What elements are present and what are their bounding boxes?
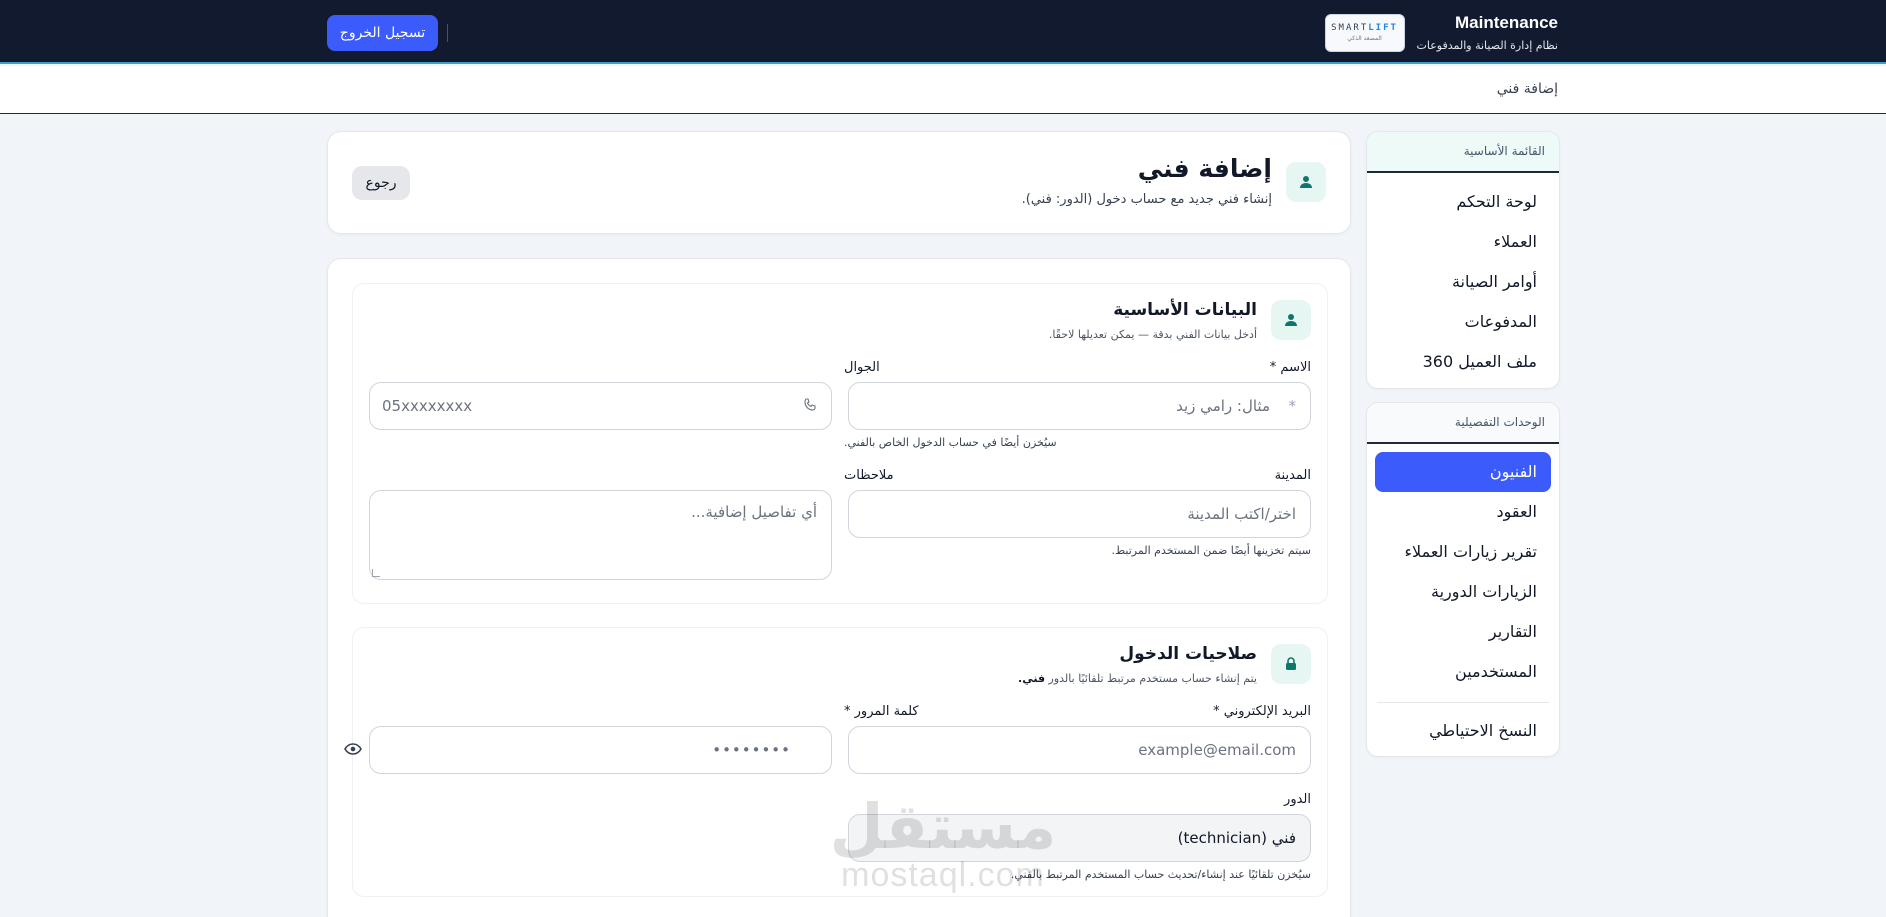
sidebar-item-technicians[interactable]: الفنيون <box>1375 452 1551 492</box>
subtitle-role: فني. <box>1018 672 1046 685</box>
page-header-card: إضافة فني إنشاء فني جديد مع حساب دخول (ا… <box>327 131 1351 234</box>
user-icon <box>1286 162 1326 202</box>
breadcrumb-bar: إضافة فني <box>0 66 1886 114</box>
section-subtitle: أدخل بيانات الفني بدقة — يمكن تعديلها لا… <box>1048 328 1257 341</box>
page-subtitle: إنشاء فني جديد مع حساب دخول (الدور: فني)… <box>1021 192 1272 207</box>
back-button[interactable]: رجوع <box>352 166 410 200</box>
sidebar-detail-title: الوحدات التفصيلية <box>1367 403 1559 444</box>
role-value: فني (technician) <box>1177 829 1296 847</box>
notes-label: ملاحظات <box>844 468 894 483</box>
email-input[interactable]: example@email.com <box>848 726 1311 774</box>
city-input[interactable]: اختر/اكتب المدينة <box>848 490 1311 538</box>
lock-icon <box>1271 644 1311 684</box>
sidebar-item-backup[interactable]: النسخ الاحتياطي <box>1367 711 1559 751</box>
password-input[interactable]: •••••••• <box>344 726 832 774</box>
section-subtitle: يتم إنشاء حساب مستخدم مرتبط تلقائيًا بال… <box>1018 672 1257 685</box>
sidebar-item-maintenance-orders[interactable]: أوامر الصيانة <box>1367 262 1559 302</box>
sidebar-item-payments[interactable]: المدفوعات <box>1367 302 1559 342</box>
logo-wordmark: SMARTLIFT <box>1331 23 1398 33</box>
brand-subtitle: نظام إدارة الصيانة والمدفوعات <box>1416 39 1558 52</box>
resize-handle-icon[interactable] <box>372 569 380 577</box>
notes-placeholder: أي تفاصيل إضافية... <box>691 503 817 521</box>
page-title: إضافة فني <box>1137 154 1272 183</box>
sidebar-item-contracts[interactable]: العقود <box>1367 492 1559 532</box>
phone-label: الجوال <box>844 360 880 375</box>
logo-subtext: المصعد الذكي <box>1347 35 1382 42</box>
city-placeholder: اختر/اكتب المدينة <box>1187 505 1296 523</box>
email-placeholder: example@email.com <box>1138 741 1296 759</box>
role-label: الدور <box>1284 792 1311 807</box>
subtitle-text: يتم إنشاء حساب مستخدم مرتبط تلقائيًا بال… <box>1048 672 1257 685</box>
sidebar-item-dashboard[interactable]: لوحة التحكم <box>1367 182 1559 222</box>
technician-form: البيانات الأساسية أدخل بيانات الفني بدقة… <box>327 258 1351 917</box>
password-label: كلمة المرور * <box>844 704 919 719</box>
sidebar-divider <box>1377 702 1549 703</box>
role-hint: سيُخزن تلقائيًا عند إنشاء/تحديث حساب الم… <box>1010 868 1311 881</box>
sidebar-item-client-visits-report[interactable]: تقرير زيارات العملاء <box>1367 532 1559 572</box>
top-navbar: Maintenance نظام إدارة الصيانة والمدفوعا… <box>0 0 1886 64</box>
notes-textarea[interactable]: أي تفاصيل إضافية... <box>369 490 832 580</box>
logout-button[interactable]: تسجيل الخروج <box>327 15 438 51</box>
brand[interactable]: Maintenance نظام إدارة الصيانة والمدفوعا… <box>1324 13 1558 52</box>
brand-logo: SMARTLIFT المصعد الذكي <box>1324 13 1405 52</box>
password-placeholder: •••••••• <box>712 741 791 759</box>
sidebar-detail-menu: الوحدات التفصيلية الفنيون العقود تقرير ز… <box>1366 402 1560 757</box>
access-section: صلاحيات الدخول يتم إنشاء حساب مستخدم مرت… <box>344 627 1328 897</box>
email-label: البريد الإلكتروني * <box>1213 704 1311 719</box>
sidebar-item-users[interactable]: المستخدمين <box>1367 652 1559 692</box>
name-input[interactable]: * مثال: رامي زيد <box>848 382 1311 430</box>
brand-title: Maintenance <box>1455 13 1558 32</box>
brand-text: Maintenance نظام إدارة الصيانة والمدفوعا… <box>1417 13 1558 52</box>
sidebar-item-periodic-visits[interactable]: الزيارات الدورية <box>1367 572 1559 612</box>
sidebar-item-client-360[interactable]: ملف العميل 360 <box>1367 342 1559 382</box>
phone-hint: سيُخزن أيضًا في حساب الدخول الخاص بالفني… <box>844 436 1057 449</box>
sidebar-main-menu: القائمة الأساسية لوحة التحكم العملاء أوا… <box>1366 131 1560 389</box>
sidebar-main-title: القائمة الأساسية <box>1367 132 1559 173</box>
phone-input[interactable]: 05xxxxxxxx <box>369 382 832 430</box>
breadcrumb: إضافة فني <box>1496 81 1558 97</box>
sidebar-item-clients[interactable]: العملاء <box>1367 222 1559 262</box>
role-input[interactable]: فني (technician) <box>848 814 1311 862</box>
user-icon <box>1271 300 1311 340</box>
eye-icon[interactable] <box>344 742 362 760</box>
section-title: صلاحيات الدخول <box>1119 644 1257 664</box>
basic-info-section: البيانات الأساسية أدخل بيانات الفني بدقة… <box>352 283 1328 604</box>
phone-placeholder: 05xxxxxxxx <box>382 397 473 415</box>
phone-icon <box>803 398 817 416</box>
required-marker: * <box>1288 397 1297 415</box>
topbar-divider <box>447 24 448 42</box>
name-placeholder: مثال: رامي زيد <box>1176 397 1270 415</box>
city-label: المدينة <box>1274 468 1311 483</box>
section-title: البيانات الأساسية <box>1113 300 1257 320</box>
name-label: الاسم * <box>1269 360 1311 375</box>
sidebar-item-reports[interactable]: التقارير <box>1367 612 1559 652</box>
city-hint: سيتم تخزينها أيضًا ضمن المستخدم المرتبط. <box>1111 544 1311 557</box>
